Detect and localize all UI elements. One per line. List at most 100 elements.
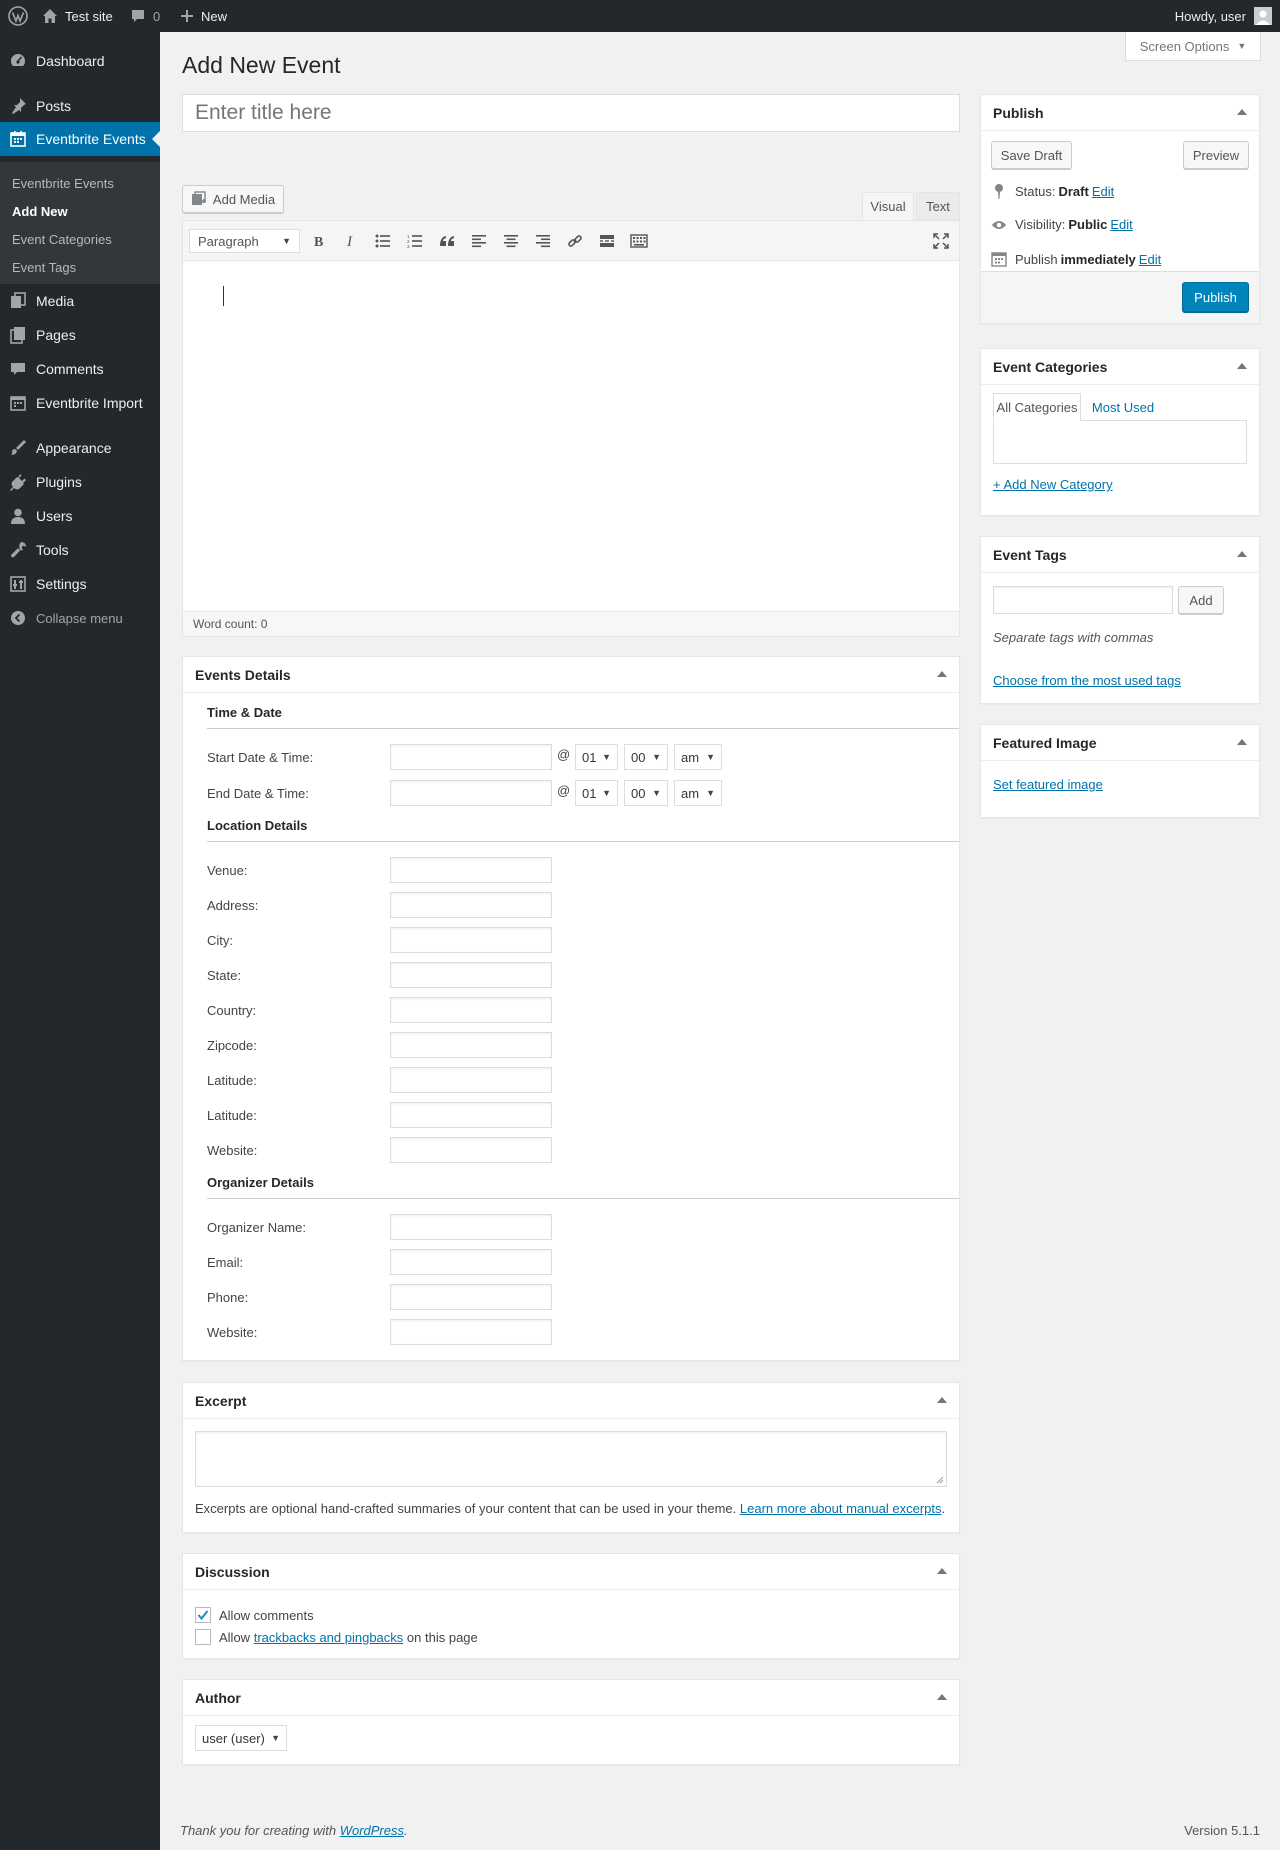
learn-excerpts-link[interactable]: Learn more about manual excerpts [740, 1501, 942, 1516]
align-right-icon[interactable] [531, 229, 555, 253]
sidebar-item-pages[interactable]: Pages [0, 318, 160, 352]
read-more-icon[interactable] [595, 229, 619, 253]
toggle-arrow-icon[interactable] [937, 1694, 947, 1700]
tag-input[interactable] [993, 586, 1173, 614]
discussion-header[interactable]: Discussion [183, 1554, 959, 1590]
submenu-event-categories[interactable]: Event Categories [12, 232, 112, 247]
tab-most-used[interactable]: Most Used [1085, 393, 1161, 421]
edit-status-link[interactable]: Edit [1092, 184, 1114, 199]
allow-comments-checkbox[interactable] [195, 1607, 211, 1623]
sidebar-item-eventbrite-import[interactable]: Eventbrite Import [0, 386, 160, 420]
toggle-arrow-icon[interactable] [1237, 109, 1247, 115]
edit-publish-time-link[interactable]: Edit [1139, 252, 1161, 267]
choose-most-used-tags-link[interactable]: Choose from the most used tags [993, 673, 1181, 688]
sidebar-item-media[interactable]: Media [0, 284, 160, 318]
tab-text[interactable]: Text [916, 192, 960, 220]
sidebar-item-posts[interactable]: Posts [0, 89, 160, 123]
link-icon[interactable] [563, 229, 587, 253]
resize-handle-icon[interactable] [936, 1476, 944, 1484]
events-details-header[interactable]: Events Details [183, 657, 959, 693]
numbered-list-icon[interactable]: 123 [403, 229, 427, 253]
sidebar-item-appearance[interactable]: Appearance [0, 431, 160, 465]
excerpt-textarea[interactable] [195, 1431, 947, 1487]
save-draft-button[interactable]: Save Draft [991, 141, 1072, 169]
sidebar-item-tools[interactable]: Tools [0, 533, 160, 567]
set-featured-image-link[interactable]: Set featured image [993, 777, 1103, 792]
sidebar-item-users[interactable]: Users [0, 499, 160, 533]
toggle-arrow-icon[interactable] [1237, 363, 1247, 369]
toggle-arrow-icon[interactable] [937, 671, 947, 677]
collapse-menu-button[interactable]: Collapse menu [0, 601, 160, 635]
toolbar-toggle-icon[interactable] [627, 229, 651, 253]
add-new-category-link[interactable]: + Add New Category [993, 477, 1113, 492]
end-hour-select[interactable]: 01 ▼ [575, 780, 618, 806]
category-checklist[interactable] [993, 420, 1247, 464]
longitude-input[interactable] [390, 1102, 552, 1128]
author-select[interactable]: user (user) ▼ [195, 1725, 287, 1751]
state-input[interactable] [390, 962, 552, 988]
italic-icon[interactable]: I [339, 229, 363, 253]
sidebar-item-eventbrite-events[interactable]: Eventbrite Events [0, 122, 160, 156]
sidebar-item-plugins[interactable]: Plugins [0, 465, 160, 499]
editor-body[interactable] [183, 261, 959, 611]
bulleted-list-icon[interactable] [371, 229, 395, 253]
publish-header[interactable]: Publish [981, 95, 1259, 131]
align-left-icon[interactable] [467, 229, 491, 253]
toggle-arrow-icon[interactable] [937, 1397, 947, 1403]
bold-icon[interactable]: B [307, 229, 331, 253]
end-date-input[interactable] [390, 780, 552, 806]
preview-button[interactable]: Preview [1183, 141, 1249, 169]
tab-all-categories[interactable]: All Categories [993, 393, 1081, 421]
start-minute-select[interactable]: 00 ▼ [624, 744, 668, 770]
submenu-eventbrite-events[interactable]: Eventbrite Events [12, 176, 114, 191]
venue-input[interactable] [390, 857, 552, 883]
start-ampm-select[interactable]: am ▼ [674, 744, 722, 770]
allow-pingbacks-checkbox[interactable] [195, 1629, 211, 1645]
screen-options-button[interactable]: Screen Options ▼ [1125, 32, 1261, 61]
title-input[interactable]: Enter title here [182, 94, 960, 132]
event-tags-header[interactable]: Event Tags [981, 537, 1259, 573]
toggle-arrow-icon[interactable] [937, 1568, 947, 1574]
wordpress-link[interactable]: WordPress [340, 1823, 404, 1838]
trackbacks-link[interactable]: trackbacks and pingbacks [254, 1630, 404, 1645]
site-link[interactable]: Test site [42, 0, 113, 32]
sidebar-item-dashboard[interactable]: Dashboard [0, 44, 160, 78]
my-account[interactable]: Howdy, user [1175, 0, 1272, 32]
featured-image-header[interactable]: Featured Image [981, 725, 1259, 761]
toggle-arrow-icon[interactable] [1237, 739, 1247, 745]
excerpt-header[interactable]: Excerpt [183, 1383, 959, 1419]
author-header[interactable]: Author [183, 1680, 959, 1716]
start-date-input[interactable] [390, 744, 552, 770]
publish-button[interactable]: Publish [1182, 282, 1249, 312]
add-tag-button[interactable]: Add [1178, 586, 1224, 614]
blockquote-icon[interactable] [435, 229, 459, 253]
add-media-button[interactable]: Add Media [182, 185, 284, 213]
zipcode-input[interactable] [390, 1032, 552, 1058]
email-input[interactable] [390, 1249, 552, 1275]
organizer-website-input[interactable] [390, 1319, 552, 1345]
submenu-add-new[interactable]: Add New [12, 204, 68, 219]
toggle-arrow-icon[interactable] [1237, 551, 1247, 557]
end-minute-select[interactable]: 00 ▼ [624, 780, 668, 806]
latitude-input[interactable] [390, 1067, 552, 1093]
address-input[interactable] [390, 892, 552, 918]
city-input[interactable] [390, 927, 552, 953]
submenu-event-tags[interactable]: Event Tags [12, 260, 76, 275]
sidebar-item-comments[interactable]: Comments [0, 352, 160, 386]
format-select[interactable]: Paragraph ▼ [189, 229, 300, 253]
sidebar-item-settings[interactable]: Settings [0, 567, 160, 601]
phone-input[interactable] [390, 1284, 552, 1310]
comments-link[interactable]: 0 [130, 0, 160, 32]
organizer-name-input[interactable] [390, 1214, 552, 1240]
website-input[interactable] [390, 1137, 552, 1163]
fullscreen-icon[interactable] [929, 229, 953, 253]
country-input[interactable] [390, 997, 552, 1023]
event-categories-header[interactable]: Event Categories [981, 349, 1259, 385]
new-content-link[interactable]: New [180, 0, 227, 32]
edit-visibility-link[interactable]: Edit [1110, 217, 1132, 232]
end-ampm-select[interactable]: am ▼ [674, 780, 722, 806]
start-hour-select[interactable]: 01 ▼ [575, 744, 618, 770]
align-center-icon[interactable] [499, 229, 523, 253]
wordpress-logo-icon[interactable] [6, 0, 30, 32]
tab-visual[interactable]: Visual [862, 192, 914, 220]
